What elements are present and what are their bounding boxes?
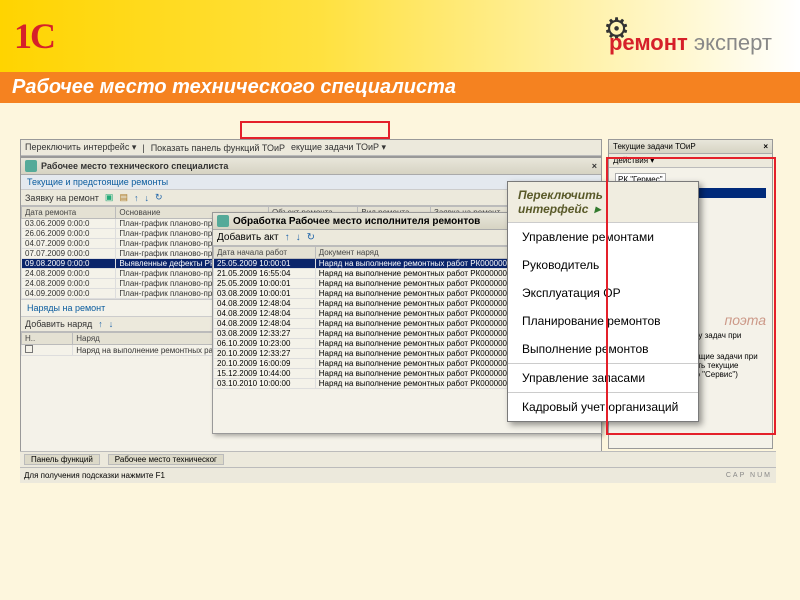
toolbar-down-icon[interactable]: ↓ [296,232,301,243]
close-icon[interactable]: × [763,142,768,151]
menu-item[interactable]: Эксплуатация ОР [508,279,698,307]
brand-text: ремонт эксперт [609,30,772,56]
window-icon [25,160,37,172]
logo-1c: 1С [14,15,54,57]
chevron-right-icon: ▸ [594,202,600,216]
switch-interface-menu: Переключить интерфейс▸ Управление ремонт… [507,181,699,422]
help-text: Для получения подсказки нажмите F1 [24,471,165,480]
main-title: Рабочее место технического специалиста [41,161,228,171]
menu-item[interactable]: Управление ремонтами [508,223,698,251]
add-act-btn[interactable]: Добавить акт [217,232,279,243]
menu-item[interactable]: Выполнение ремонтов [508,335,698,363]
app-toolbar: Переключить интерфейс ▾ | Показать панел… [20,139,602,157]
menu-item[interactable]: Кадровый учет организаций [508,392,698,421]
toolbar-down-icon[interactable]: ↓ [144,193,149,203]
toolbar-down2-icon[interactable]: ↓ [109,319,114,329]
checkbox[interactable] [25,345,33,353]
panel-fn-tab[interactable]: Панель функций [24,454,100,465]
menu-header: Переключить интерфейс▸ [508,182,698,223]
current-tasks-btn[interactable]: екущие задачи ТОиР ▾ [291,142,386,153]
requests-label: Заявку на ремонт [25,193,99,203]
app-area: Переключить интерфейс ▾ | Показать панел… [20,139,780,467]
show-panel-btn[interactable]: Показать панель функций ТОиР [151,143,285,153]
right-title: Текущие задачи ТОиР [613,142,696,151]
close-icon[interactable]: × [592,161,597,171]
menu-item[interactable]: Руководитель [508,251,698,279]
highlight-box-top [240,121,390,139]
switch-interface-btn[interactable]: Переключить интерфейс ▾ [25,142,136,153]
statusbar: Для получения подсказки нажмите F1 CAP N… [20,467,776,483]
menu-item[interactable]: Управление запасами [508,363,698,392]
window-icon [217,215,229,227]
toolbar-up2-icon[interactable]: ↑ [98,319,103,329]
toolbar-edit-icon[interactable]: ▤ [119,192,128,203]
header-band: 1С ⚙ ремонт эксперт [0,0,800,72]
workspace-tab[interactable]: Рабочее место техническог [108,454,224,465]
sub-title: Обработка Рабочее место исполнителя ремо… [233,216,480,227]
taskbar: Панель функций Рабочее место техническог [20,451,776,467]
page-title: Рабочее место технического специалиста [0,72,800,103]
actions-menu[interactable]: Действия ▾ [613,156,654,165]
toolbar-up-icon[interactable]: ↑ [285,232,290,243]
add-naryad-label[interactable]: Добавить наряд [25,319,92,329]
toolbar-refresh-icon[interactable]: ↻ [155,192,163,203]
menu-item[interactable]: Планирование ремонтов [508,307,698,335]
toolbar-add-icon[interactable]: ▣ [105,192,114,203]
toolbar-refresh-icon[interactable]: ↻ [307,232,315,243]
toolbar-up-icon[interactable]: ↑ [134,193,139,203]
cap-num: CAP NUM [726,472,772,479]
